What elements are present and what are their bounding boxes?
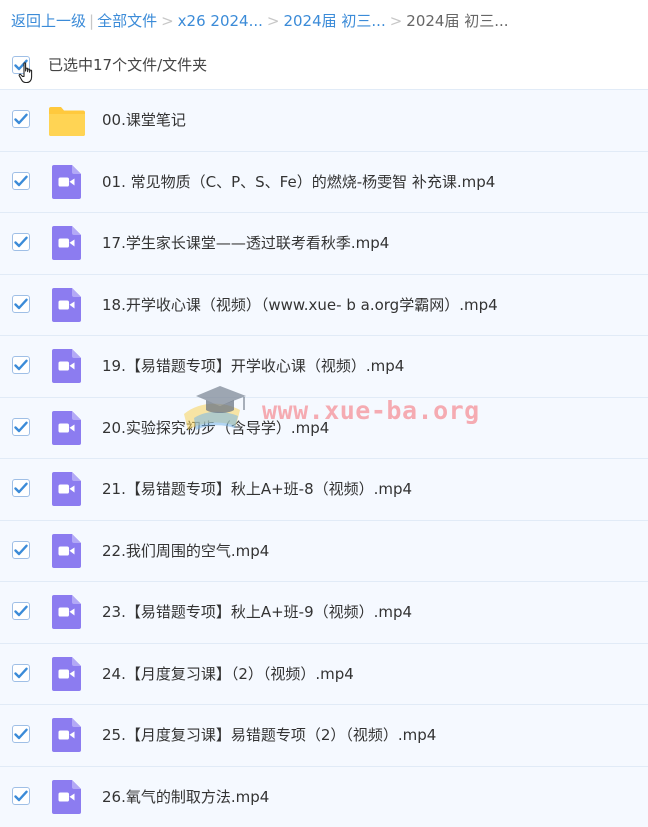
- check-icon: [14, 790, 28, 802]
- check-icon: [14, 544, 28, 556]
- chevron-right-icon: >: [390, 12, 403, 30]
- file-list: 00.课堂笔记 01. 常见物质（C、P、S、Fe）的燃烧-杨雯智 补充课.mp4…: [0, 89, 648, 827]
- check-icon: [14, 421, 28, 433]
- file-row[interactable]: 26.氧气的制取方法.mp4: [0, 766, 648, 827]
- video-file-icon: [50, 471, 82, 507]
- selection-count: 已选中17个文件/文件夹: [48, 55, 207, 75]
- video-file-icon: [50, 410, 82, 446]
- file-name[interactable]: 00.课堂笔记: [102, 110, 186, 130]
- row-checkbox[interactable]: [12, 664, 30, 682]
- file-icon-wrap: [50, 594, 82, 634]
- folder-row[interactable]: 00.课堂笔记: [0, 89, 648, 151]
- file-name[interactable]: 26.氧气的制取方法.mp4: [102, 787, 269, 807]
- file-name[interactable]: 19.【易错题专项】开学收心课（视频）.mp4: [102, 356, 404, 376]
- file-icon-wrap: [50, 656, 82, 696]
- file-name[interactable]: 18.开学收心课（视频）（www.xue- b a.org学霸网）.mp4: [102, 295, 498, 315]
- check-icon: [14, 482, 28, 494]
- row-checkbox[interactable]: [12, 725, 30, 743]
- divider: |: [89, 12, 94, 30]
- check-icon: [14, 236, 28, 248]
- file-name[interactable]: 22.我们周围的空气.mp4: [102, 541, 269, 561]
- back-link[interactable]: 返回上一级: [11, 12, 86, 30]
- video-file-icon: [50, 656, 82, 692]
- row-checkbox[interactable]: [12, 233, 30, 251]
- video-file-icon: [50, 717, 82, 753]
- row-checkbox[interactable]: [12, 787, 30, 805]
- file-name[interactable]: 01. 常见物质（C、P、S、Fe）的燃烧-杨雯智 补充课.mp4: [102, 172, 495, 192]
- row-checkbox[interactable]: [12, 602, 30, 620]
- file-row[interactable]: 17.学生家长课堂——透过联考看秋季.mp4: [0, 212, 648, 274]
- check-icon: [14, 728, 28, 740]
- file-icon-wrap: [50, 717, 82, 757]
- row-checkbox[interactable]: [12, 418, 30, 436]
- file-row[interactable]: 22.我们周围的空气.mp4: [0, 520, 648, 582]
- file-row[interactable]: 24.【月度复习课】（2）（视频）.mp4: [0, 643, 648, 705]
- file-name[interactable]: 25.【月度复习课】易错题专项（2）（视频）.mp4: [102, 725, 436, 745]
- check-icon: [14, 113, 28, 125]
- file-row[interactable]: 25.【月度复习课】易错题专项（2）（视频）.mp4: [0, 704, 648, 766]
- selection-header: 已选中17个文件/文件夹: [0, 44, 648, 88]
- file-icon-wrap: [50, 287, 82, 327]
- row-checkbox[interactable]: [12, 541, 30, 559]
- file-name[interactable]: 21.【易错题专项】秋上A+班-8（视频）.mp4: [102, 479, 412, 499]
- video-file-icon: [50, 533, 82, 569]
- row-checkbox[interactable]: [12, 172, 30, 190]
- breadcrumb-level2[interactable]: 2024届 初三...: [283, 12, 385, 30]
- breadcrumb-level1[interactable]: x26 2024...: [178, 12, 263, 30]
- file-icon-wrap: [50, 164, 82, 204]
- file-name[interactable]: 17.学生家长课堂——透过联考看秋季.mp4: [102, 233, 389, 253]
- row-checkbox[interactable]: [12, 479, 30, 497]
- breadcrumb: 返回上一级|全部文件>x26 2024...>2024届 初三...>2024届…: [11, 11, 648, 31]
- hand-cursor-icon: [18, 62, 36, 84]
- video-file-icon: [50, 348, 82, 384]
- file-row[interactable]: 20.实验探究初步（含导学）.mp4: [0, 397, 648, 459]
- video-file-icon: [50, 779, 82, 815]
- check-icon: [14, 359, 28, 371]
- file-icon-wrap: [50, 779, 82, 819]
- check-icon: [14, 298, 28, 310]
- file-icon-wrap: [50, 225, 82, 265]
- row-checkbox[interactable]: [12, 356, 30, 374]
- check-icon: [14, 175, 28, 187]
- file-name[interactable]: 24.【月度复习课】（2）（视频）.mp4: [102, 664, 354, 684]
- row-checkbox[interactable]: [12, 110, 30, 128]
- file-icon-wrap: [50, 410, 82, 450]
- video-file-icon: [50, 287, 82, 323]
- file-row[interactable]: 18.开学收心课（视频）（www.xue- b a.org学霸网）.mp4: [0, 274, 648, 336]
- file-row[interactable]: 21.【易错题专项】秋上A+班-8（视频）.mp4: [0, 458, 648, 520]
- breadcrumb-root[interactable]: 全部文件: [97, 12, 157, 30]
- file-icon-wrap: [50, 471, 82, 511]
- video-file-icon: [50, 164, 82, 200]
- chevron-right-icon: >: [161, 12, 174, 30]
- file-name[interactable]: 23.【易错题专项】秋上A+班-9（视频）.mp4: [102, 602, 412, 622]
- breadcrumb-current: 2024届 初三...: [406, 12, 508, 30]
- video-file-icon: [50, 225, 82, 261]
- file-row[interactable]: 01. 常见物质（C、P、S、Fe）的燃烧-杨雯智 补充课.mp4: [0, 151, 648, 213]
- check-icon: [14, 605, 28, 617]
- file-icon-wrap: [50, 533, 82, 573]
- file-name[interactable]: 20.实验探究初步（含导学）.mp4: [102, 418, 329, 438]
- row-checkbox[interactable]: [12, 295, 30, 313]
- check-icon: [14, 667, 28, 679]
- video-file-icon: [50, 594, 82, 630]
- chevron-right-icon: >: [267, 12, 280, 30]
- folder-icon: [48, 105, 86, 137]
- file-icon-wrap: [50, 348, 82, 388]
- file-row[interactable]: 23.【易错题专项】秋上A+班-9（视频）.mp4: [0, 581, 648, 643]
- file-row[interactable]: 19.【易错题专项】开学收心课（视频）.mp4: [0, 335, 648, 397]
- file-icon-wrap: [48, 105, 86, 141]
